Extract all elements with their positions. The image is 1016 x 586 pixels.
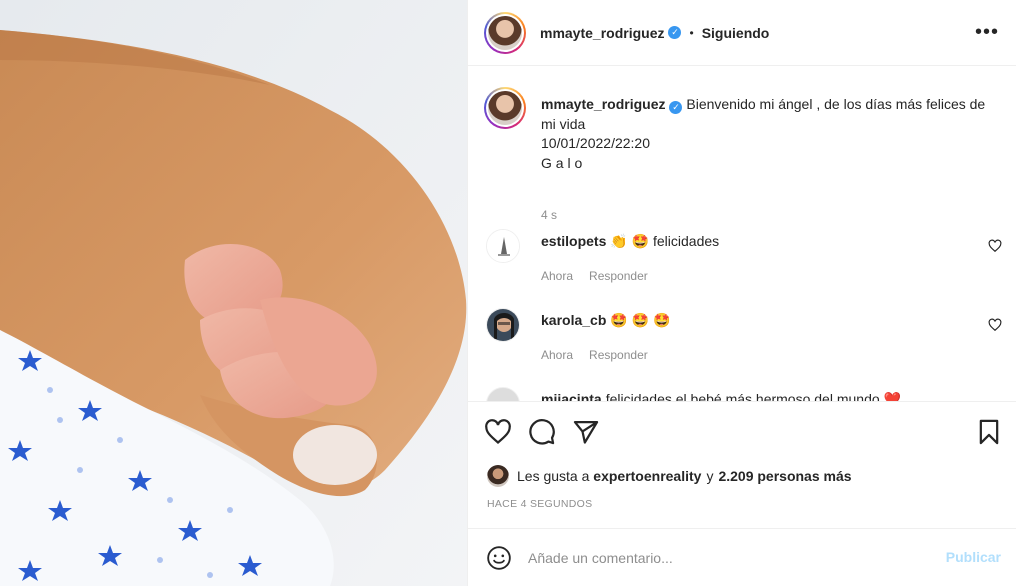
publish-button[interactable]: Publicar	[946, 549, 1001, 565]
comments-list[interactable]: mmayte_rodriguez ✓ Bienvenido mi ángel , …	[468, 67, 1016, 401]
commenter-avatar[interactable]	[486, 308, 520, 342]
comment-body: 🤩 🤩 🤩	[610, 312, 671, 328]
comment-text: karola_cb 🤩 🤩 🤩	[541, 312, 670, 329]
bookmark-icon[interactable]	[975, 418, 1003, 446]
caption-line-3: G a l o	[541, 154, 583, 171]
comment-text: miiacinta felicidades el bebé más hermoso…	[541, 391, 901, 401]
commenter-username[interactable]: karola_cb	[541, 312, 606, 328]
reply-button[interactable]: Responder	[589, 348, 648, 362]
add-comment-bar: Publicar	[468, 530, 1016, 586]
comment-body: 👏 🤩 felicidades	[610, 233, 720, 249]
caption-time[interactable]: 4 s	[541, 208, 557, 222]
verified-badge-icon: ✓	[669, 101, 683, 114]
reply-button[interactable]: Responder	[589, 269, 648, 283]
post-actions: Les gusta a expertoenreality y 2.209 perso…	[468, 401, 1016, 529]
likes-prefix: Les gusta a	[517, 468, 590, 484]
comment-input[interactable]	[528, 550, 918, 566]
commenter-username[interactable]: miiacinta	[541, 391, 602, 401]
likes-others[interactable]: 2.209 personas más	[718, 468, 851, 484]
verified-badge-icon: ✓	[668, 26, 682, 39]
header-separator: •	[689, 25, 694, 40]
post-timestamp[interactable]: HACE 4 SEGUNDOS	[487, 498, 592, 510]
liker-avatar[interactable]	[487, 465, 509, 487]
comment-like-icon[interactable]	[988, 239, 1002, 253]
comment-body: felicidades el bebé más hermoso del mund…	[605, 391, 901, 401]
action-icons	[484, 418, 600, 446]
comment-item: karola_cb 🤩 🤩 🤩 Ahora Responder	[484, 308, 1004, 378]
paper-plane-icon[interactable]	[572, 418, 600, 446]
author-username[interactable]: mmayte_rodriguez	[540, 25, 664, 41]
more-options-icon[interactable]: •••	[975, 22, 999, 42]
comment-meta: Ahora Responder	[541, 348, 648, 362]
comment-item: miiacinta felicidades el bebé más hermoso…	[484, 387, 1004, 401]
commenter-avatar[interactable]	[486, 387, 520, 401]
commenter-username[interactable]: estilopets	[541, 233, 606, 249]
commenter-avatar[interactable]	[486, 229, 520, 263]
post-header: mmayte_rodriguez ✓ • Siguiendo •••	[468, 0, 1016, 66]
emoji-smiley-icon[interactable]	[486, 545, 512, 571]
caption-text: mmayte_rodriguez ✓ Bienvenido mi ángel , …	[541, 95, 1001, 173]
following-button[interactable]: Siguiendo	[702, 25, 770, 41]
likes-summary: Les gusta a expertoenreality y 2.209 perso…	[487, 465, 852, 487]
comment-bubble-icon[interactable]	[528, 418, 556, 446]
comment-text: estilopets 👏 🤩 felicidades	[541, 233, 719, 250]
author-avatar[interactable]	[484, 11, 526, 54]
comment-meta: Ahora Responder	[541, 269, 648, 283]
caption-avatar[interactable]	[484, 87, 526, 129]
comment-time[interactable]: Ahora	[541, 269, 573, 283]
post-photo[interactable]	[0, 0, 467, 586]
instagram-post: mmayte_rodriguez ✓ • Siguiendo ••• mmayt…	[0, 0, 1016, 586]
liker-username[interactable]: expertoenreality	[593, 468, 701, 484]
caption-username[interactable]: mmayte_rodriguez	[541, 96, 665, 112]
post-side-panel: mmayte_rodriguez ✓ • Siguiendo ••• mmayt…	[467, 0, 1016, 586]
comment-item: estilopets 👏 🤩 felicidades Ahora Responder	[484, 229, 1004, 299]
comment-like-icon[interactable]	[988, 318, 1002, 332]
comment-time[interactable]: Ahora	[541, 348, 573, 362]
caption-line-2: 10/01/2022/22:20	[541, 135, 650, 151]
likes-connector: y	[706, 468, 714, 484]
photo-hands-illustration	[0, 0, 467, 586]
heart-icon[interactable]	[484, 418, 512, 446]
